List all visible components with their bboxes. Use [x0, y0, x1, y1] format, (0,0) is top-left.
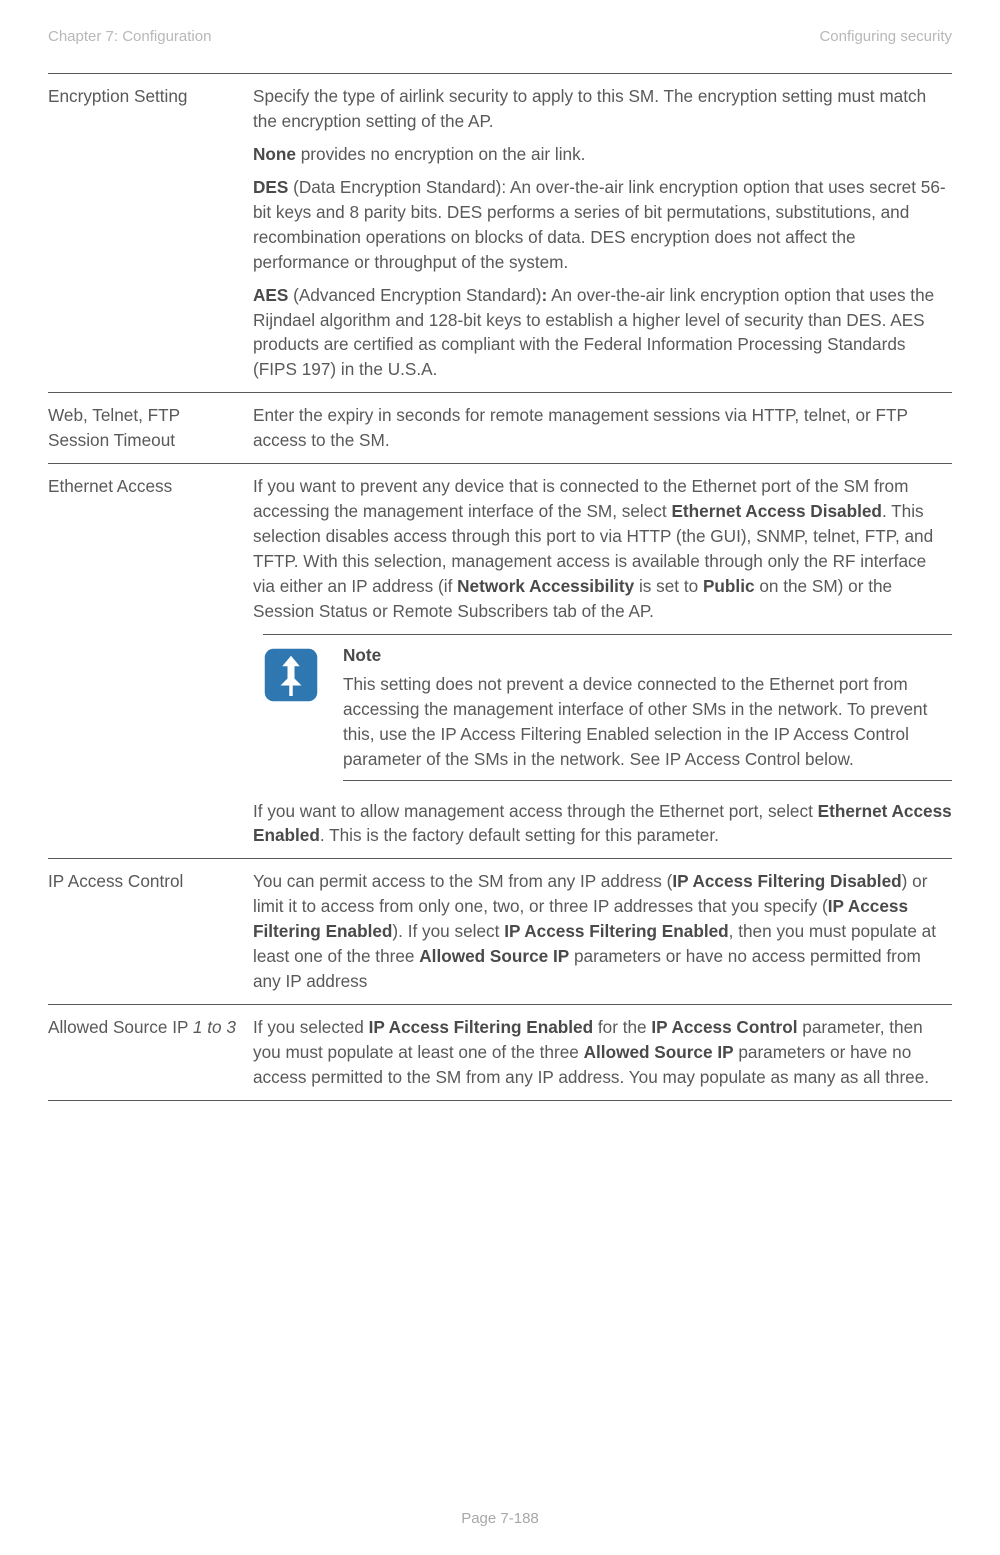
- note-title: Note: [343, 643, 952, 668]
- bold-ip-access-control: IP Access Control: [651, 1017, 797, 1037]
- note-body: This setting does not prevent a device c…: [343, 672, 952, 772]
- bold-network-accessibility: Network Accessibility: [457, 576, 634, 596]
- note-text: Note This setting does not prevent a dev…: [343, 643, 952, 781]
- para: If you selected IP Access Filtering Enab…: [253, 1015, 952, 1090]
- page-header: Chapter 7: Configuration Configuring sec…: [48, 28, 952, 45]
- para: DES (Data Encryption Standard): An over-…: [253, 175, 952, 275]
- page: Chapter 7: Configuration Configuring sec…: [0, 0, 1000, 1555]
- row-web-telnet-ftp: Web, Telnet, FTP Session Timeout Enter t…: [48, 393, 952, 464]
- header-right: Configuring security: [819, 28, 952, 45]
- term-allowed-source-ip: Allowed Source IP 1 to 3: [48, 1005, 253, 1101]
- text: . This is the factory default setting fo…: [320, 825, 719, 845]
- bold-none: None: [253, 144, 296, 164]
- bold-filter-disabled: IP Access Filtering Disabled: [672, 871, 901, 891]
- term-ethernet-access: Ethernet Access: [48, 464, 253, 859]
- desc-ip-access-control: You can permit access to the SM from any…: [253, 859, 952, 1005]
- desc-allowed-source-ip: If you selected IP Access Filtering Enab…: [253, 1005, 952, 1101]
- para: Enter the expiry in seconds for remote m…: [253, 403, 952, 453]
- text: Allowed Source IP: [48, 1017, 193, 1037]
- bold-des: DES: [253, 177, 288, 197]
- row-encryption-setting: Encryption Setting Specify the type of a…: [48, 74, 952, 393]
- text: provides no encryption on the air link.: [296, 144, 586, 164]
- para: AES (Advanced Encryption Standard): An o…: [253, 283, 952, 383]
- para: You can permit access to the SM from any…: [253, 869, 952, 994]
- bold-eth-disabled: Ethernet Access Disabled: [671, 501, 881, 521]
- bold-allowed-source-ip-2: Allowed Source IP: [584, 1042, 734, 1062]
- text: is set to: [634, 576, 703, 596]
- term-ip-access-control: IP Access Control: [48, 859, 253, 1005]
- text: (Data Encryption Standard): An over-the-…: [253, 177, 946, 272]
- bold-aes: AES: [253, 285, 288, 305]
- bold-allowed-source-ip: Allowed Source IP: [419, 946, 569, 966]
- term-web-telnet-ftp: Web, Telnet, FTP Session Timeout: [48, 393, 253, 464]
- pin-icon: [263, 647, 319, 703]
- text: (Advanced Encryption Standard): [288, 285, 541, 305]
- term-encryption-setting: Encryption Setting: [48, 74, 253, 393]
- para: Specify the type of airlink security to …: [253, 84, 952, 134]
- para: None provides no encryption on the air l…: [253, 142, 952, 167]
- text: ). If you select: [392, 921, 504, 941]
- bold-public: Public: [703, 576, 755, 596]
- text: You can permit access to the SM from any…: [253, 871, 672, 891]
- note-icon-cell: [263, 643, 343, 781]
- para: If you want to allow management access t…: [253, 799, 952, 849]
- header-left: Chapter 7: Configuration: [48, 28, 211, 45]
- text: If you want to allow management access t…: [253, 801, 818, 821]
- para: If you want to prevent any device that i…: [253, 474, 952, 624]
- desc-web-telnet-ftp: Enter the expiry in seconds for remote m…: [253, 393, 952, 464]
- row-ethernet-access: Ethernet Access If you want to prevent a…: [48, 464, 952, 859]
- bold-filter-enabled-3: IP Access Filtering Enabled: [369, 1017, 593, 1037]
- italic-1-to-3: 1 to 3: [193, 1017, 236, 1037]
- desc-ethernet-access: If you want to prevent any device that i…: [253, 464, 952, 859]
- text: for the: [593, 1017, 651, 1037]
- definition-table: Encryption Setting Specify the type of a…: [48, 73, 952, 1101]
- row-ip-access-control: IP Access Control You can permit access …: [48, 859, 952, 1005]
- bold-filter-enabled-2: IP Access Filtering Enabled: [504, 921, 728, 941]
- desc-encryption-setting: Specify the type of airlink security to …: [253, 74, 952, 393]
- page-footer: Page 7-188: [0, 1510, 1000, 1527]
- text: If you selected: [253, 1017, 369, 1037]
- note-block: Note This setting does not prevent a dev…: [263, 634, 952, 789]
- note-inner: Note This setting does not prevent a dev…: [263, 635, 952, 789]
- row-allowed-source-ip: Allowed Source IP 1 to 3 If you selected…: [48, 1005, 952, 1101]
